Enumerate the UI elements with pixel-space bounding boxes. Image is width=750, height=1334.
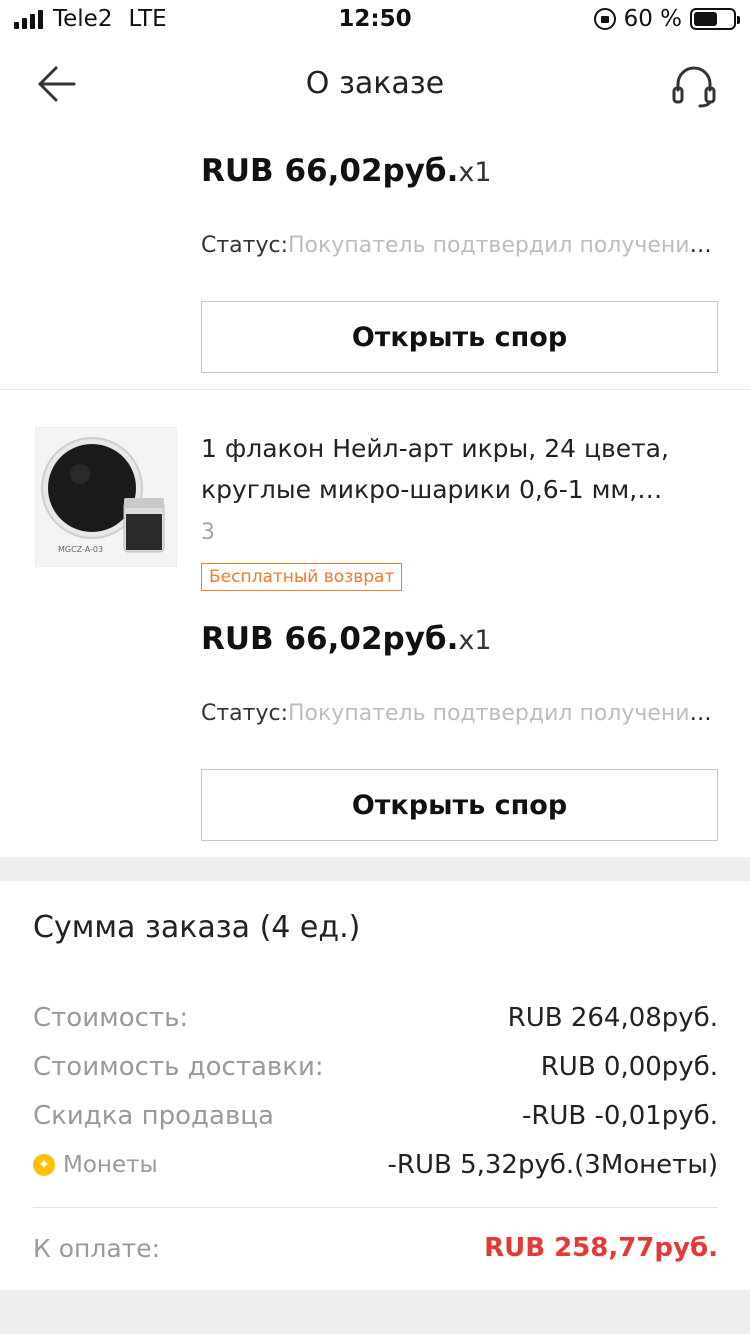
summary-title: Сумма заказа (4 ед.) (33, 910, 361, 945)
item-status: Статус:Покупатель подтвердил получение т… (201, 701, 717, 726)
item-price-line: RUB 66,02руб.x1 (201, 153, 492, 189)
row-label: Стоимость: (33, 1003, 189, 1033)
product-image-caption: MGCZ-A-03 (58, 545, 104, 554)
summary-row-cost: Стоимость: RUB 264,08руб. (33, 1003, 718, 1033)
row-value: RUB 0,00руб. (540, 1052, 718, 1082)
status-bar: Tele2 LTE 12:50 60 % (0, 0, 750, 40)
status-label: Статус: (201, 701, 289, 726)
row-value: RUB 264,08руб. (507, 1003, 718, 1033)
free-return-badge: Бесплатный возврат (201, 563, 403, 591)
status-value: Покупатель подтвердил получение товара (288, 701, 717, 726)
open-dispute-button[interactable]: Открыть спор (201, 769, 718, 841)
page-title: О заказе (305, 66, 445, 101)
status-label: Статус: (201, 233, 289, 258)
row-label: Стоимость доставки: (33, 1052, 324, 1082)
battery-icon (690, 8, 740, 30)
item-price: RUB 66,02руб. (201, 621, 459, 657)
coins-label-group: Монеты (33, 1152, 158, 1178)
headset-icon (672, 66, 716, 108)
battery-percent: 60 % (623, 6, 682, 32)
divider (33, 1207, 718, 1208)
summary-total: К оплате: RUB 258,77руб. (33, 1233, 718, 1263)
item-quantity: x1 (458, 625, 492, 656)
product-title[interactable]: 1 флакон Нейл-арт икры, 24 цвета, круглы… (201, 428, 717, 510)
summary-row-coins: Монеты -RUB 5,32руб.(3Монеты) (33, 1150, 718, 1180)
product-variant: 3 (201, 520, 215, 545)
bottom-area (0, 1290, 750, 1334)
status-right: 60 % (593, 6, 740, 32)
row-value: -RUB 5,32руб.(3Монеты) (387, 1150, 719, 1180)
divider (0, 389, 750, 390)
open-dispute-button[interactable]: Открыть спор (201, 301, 718, 373)
item-quantity: x1 (458, 157, 492, 188)
row-label: Монеты (63, 1152, 158, 1178)
rotation-lock-icon (593, 8, 616, 30)
status-value: Покупатель подтвердил получение товара (288, 233, 717, 258)
battery-level (694, 12, 717, 26)
total-value: RUB 258,77руб. (484, 1233, 718, 1263)
total-label: К оплате: (33, 1233, 161, 1263)
item-price: RUB 66,02руб. (201, 153, 459, 189)
coin-icon (33, 1154, 55, 1176)
support-button[interactable] (670, 64, 718, 108)
row-label: Скидка продавца (33, 1101, 274, 1131)
item-status: Статус:Покупатель подтвердил получение т… (201, 233, 717, 258)
item-price-line: RUB 66,02руб.x1 (201, 621, 492, 657)
summary-row-seller-discount: Скидка продавца -RUB -0,01руб. (33, 1101, 718, 1131)
summary-row-shipping: Стоимость доставки: RUB 0,00руб. (33, 1052, 718, 1082)
row-value: -RUB -0,01руб. (521, 1101, 718, 1131)
section-separator (0, 857, 750, 881)
product-image[interactable]: MGCZ-A-03 (35, 427, 177, 567)
nav-header: О заказе (0, 40, 750, 130)
